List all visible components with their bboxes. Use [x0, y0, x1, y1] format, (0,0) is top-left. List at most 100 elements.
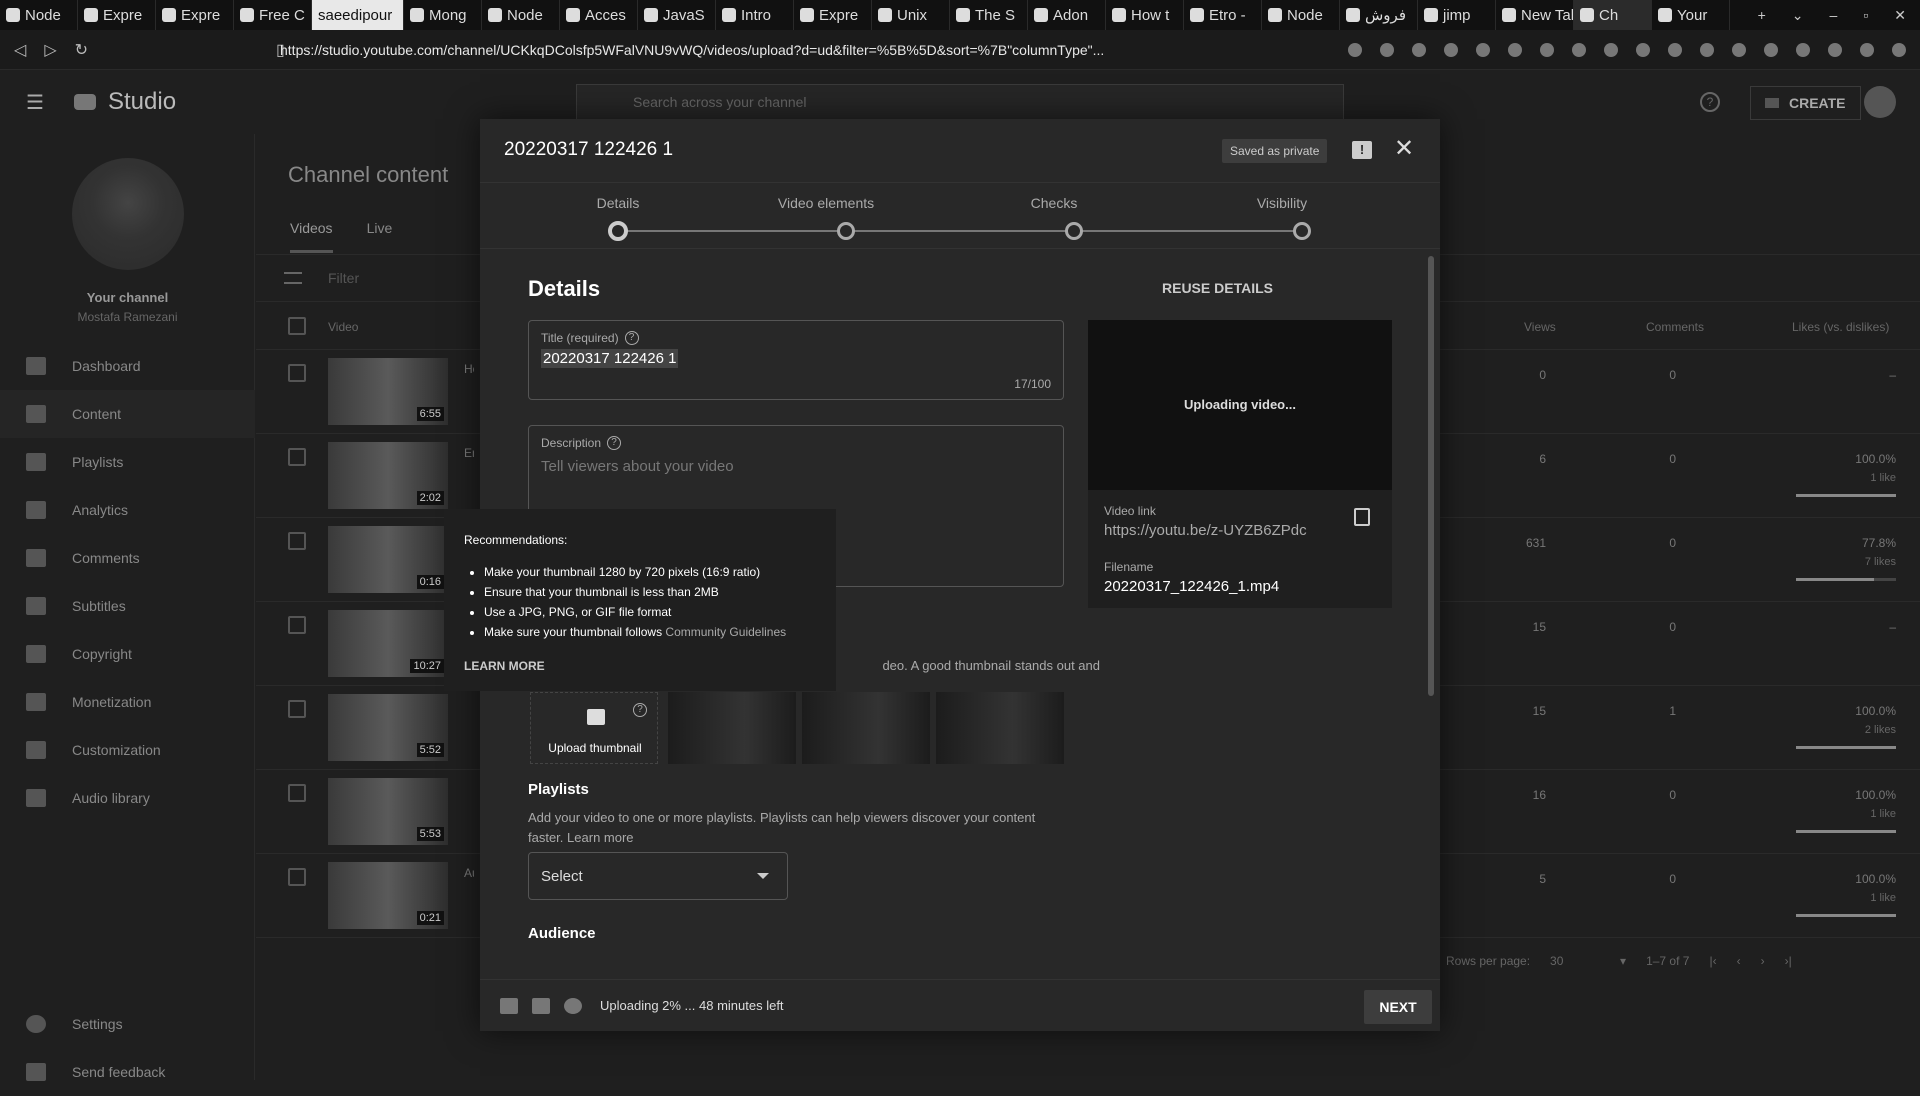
next-page-icon[interactable]: ›: [1761, 954, 1765, 968]
video-thumbnail[interactable]: 5:53: [328, 778, 448, 845]
step-visibility[interactable]: Visibility: [1202, 195, 1362, 211]
extension-icon[interactable]: [1540, 42, 1554, 57]
next-button[interactable]: NEXT: [1364, 990, 1432, 1024]
browser-tab[interactable]: Unix: [872, 0, 950, 30]
browser-tab[interactable]: Acces: [560, 0, 638, 30]
column-comments[interactable]: Comments: [1646, 320, 1704, 334]
step-dot-video-elements[interactable]: [837, 222, 855, 240]
minimize-button[interactable]: –: [1830, 7, 1838, 24]
sidebar-item-content[interactable]: Content: [0, 390, 255, 438]
channel-avatar[interactable]: [72, 158, 184, 270]
extension-icon[interactable]: [1572, 42, 1586, 57]
browser-tab[interactable]: Your: [1652, 0, 1730, 30]
browser-tab[interactable]: Node: [482, 0, 560, 30]
thumbnail-option[interactable]: [936, 692, 1064, 764]
community-guidelines-link[interactable]: Community Guidelines: [665, 625, 786, 639]
extension-icon[interactable]: [1444, 42, 1458, 57]
thumbnail-option[interactable]: [802, 692, 930, 764]
sidebar-item-copyright[interactable]: Copyright: [0, 630, 255, 678]
forward-icon[interactable]: ▷: [44, 40, 56, 60]
row-checkbox[interactable]: [288, 532, 306, 550]
tab-live[interactable]: Live: [367, 220, 393, 253]
row-checkbox[interactable]: [288, 868, 306, 886]
reload-icon[interactable]: ↻: [75, 40, 88, 60]
browser-tab[interactable]: Etro -: [1184, 0, 1262, 30]
learn-more-button[interactable]: LEARN MORE: [464, 659, 545, 673]
extension-icon[interactable]: [1892, 42, 1906, 57]
step-dot-checks[interactable]: [1065, 222, 1083, 240]
sidebar-item-subtitles[interactable]: Subtitles: [0, 582, 255, 630]
step-checks[interactable]: Checks: [974, 195, 1134, 211]
extension-icon[interactable]: [1668, 42, 1682, 57]
video-thumbnail[interactable]: 0:21: [328, 862, 448, 929]
help-icon[interactable]: ?: [1700, 92, 1720, 112]
video-link[interactable]: https://youtu.be/z-UYZB6ZPdc: [1104, 522, 1307, 539]
prev-page-icon[interactable]: ‹: [1737, 954, 1741, 968]
sidebar-item-comments[interactable]: Comments: [0, 534, 255, 582]
extension-icon[interactable]: [1348, 42, 1362, 57]
description-input[interactable]: Tell viewers about your video: [541, 458, 734, 475]
row-checkbox[interactable]: [288, 364, 306, 382]
reuse-details-button[interactable]: REUSE DETAILS: [1162, 280, 1273, 296]
browser-tab[interactable]: Ch: [1574, 0, 1652, 30]
feedback-icon[interactable]: !: [1352, 141, 1372, 159]
extension-icon[interactable]: [1860, 42, 1874, 57]
browser-tab[interactable]: How t: [1106, 0, 1184, 30]
sidebar-item-send-feedback[interactable]: Send feedback: [0, 1048, 255, 1096]
extension-icon[interactable]: [1764, 42, 1778, 57]
row-checkbox[interactable]: [288, 784, 306, 802]
row-checkbox[interactable]: [288, 448, 306, 466]
menu-icon[interactable]: ☰: [26, 90, 46, 115]
help-icon[interactable]: ?: [633, 703, 647, 717]
learn-more-link[interactable]: Learn more: [567, 830, 633, 845]
sidebar-item-audio-library[interactable]: Audio library: [0, 774, 255, 822]
search-input[interactable]: Search across your channel: [576, 84, 1344, 120]
chevron-down-icon[interactable]: ▾: [1620, 954, 1626, 968]
thumbnail-option[interactable]: [668, 692, 796, 764]
maximize-button[interactable]: ▫: [1863, 7, 1868, 24]
browser-tab[interactable]: Expre: [794, 0, 872, 30]
row-checkbox[interactable]: [288, 700, 306, 718]
tab-videos[interactable]: Videos: [290, 220, 333, 253]
sidebar-item-settings[interactable]: Settings: [0, 1000, 255, 1048]
extension-icon[interactable]: [1636, 42, 1650, 57]
step-video-elements[interactable]: Video elements: [746, 195, 906, 211]
video-thumbnail[interactable]: 10:27: [328, 610, 448, 677]
help-icon[interactable]: ?: [624, 331, 639, 345]
last-page-icon[interactable]: ›|: [1785, 954, 1792, 968]
extension-icon[interactable]: [1828, 42, 1842, 57]
video-title[interactable]: En: [464, 446, 474, 460]
account-avatar[interactable]: [1864, 86, 1896, 118]
close-icon[interactable]: ✕: [1394, 135, 1414, 163]
extension-icon[interactable]: [1700, 42, 1714, 57]
extension-icon[interactable]: [1796, 42, 1810, 57]
browser-tab[interactable]: Adon: [1028, 0, 1106, 30]
browser-tab[interactable]: Expre: [156, 0, 234, 30]
video-thumbnail[interactable]: 0:16: [328, 526, 448, 593]
video-title[interactable]: Au: [464, 866, 474, 880]
extension-icon[interactable]: [1604, 42, 1618, 57]
help-icon[interactable]: ?: [607, 436, 622, 450]
rows-per-page-select[interactable]: 30: [1550, 954, 1600, 968]
browser-tab[interactable]: The S: [950, 0, 1028, 30]
video-thumbnail[interactable]: 2:02: [328, 442, 448, 509]
browser-tab[interactable]: saeedipour: [312, 0, 404, 30]
playlist-select[interactable]: Select: [528, 852, 788, 900]
video-thumbnail[interactable]: 6:55: [328, 358, 448, 425]
browser-tab[interactable]: Expre: [78, 0, 156, 30]
browser-tab[interactable]: Node: [1262, 0, 1340, 30]
dialog-scrollbar[interactable]: [1428, 256, 1434, 696]
sidebar-item-analytics[interactable]: Analytics: [0, 486, 255, 534]
url-field[interactable]: https://studio.youtube.com/channel/UCKkq…: [270, 42, 1190, 58]
browser-tab[interactable]: jimp: [1418, 0, 1496, 30]
video-title[interactable]: Ho: [464, 362, 474, 376]
sidebar-item-dashboard[interactable]: Dashboard: [0, 342, 255, 390]
row-checkbox[interactable]: [288, 616, 306, 634]
close-window-button[interactable]: ✕: [1894, 7, 1906, 24]
browser-tab[interactable]: JavaS: [638, 0, 716, 30]
filter-icon[interactable]: [284, 272, 302, 284]
step-details[interactable]: Details: [538, 195, 698, 211]
extension-icon[interactable]: [1508, 42, 1522, 57]
column-views[interactable]: Views: [1524, 320, 1556, 334]
tab-search-icon[interactable]: ⌄: [1792, 7, 1804, 24]
